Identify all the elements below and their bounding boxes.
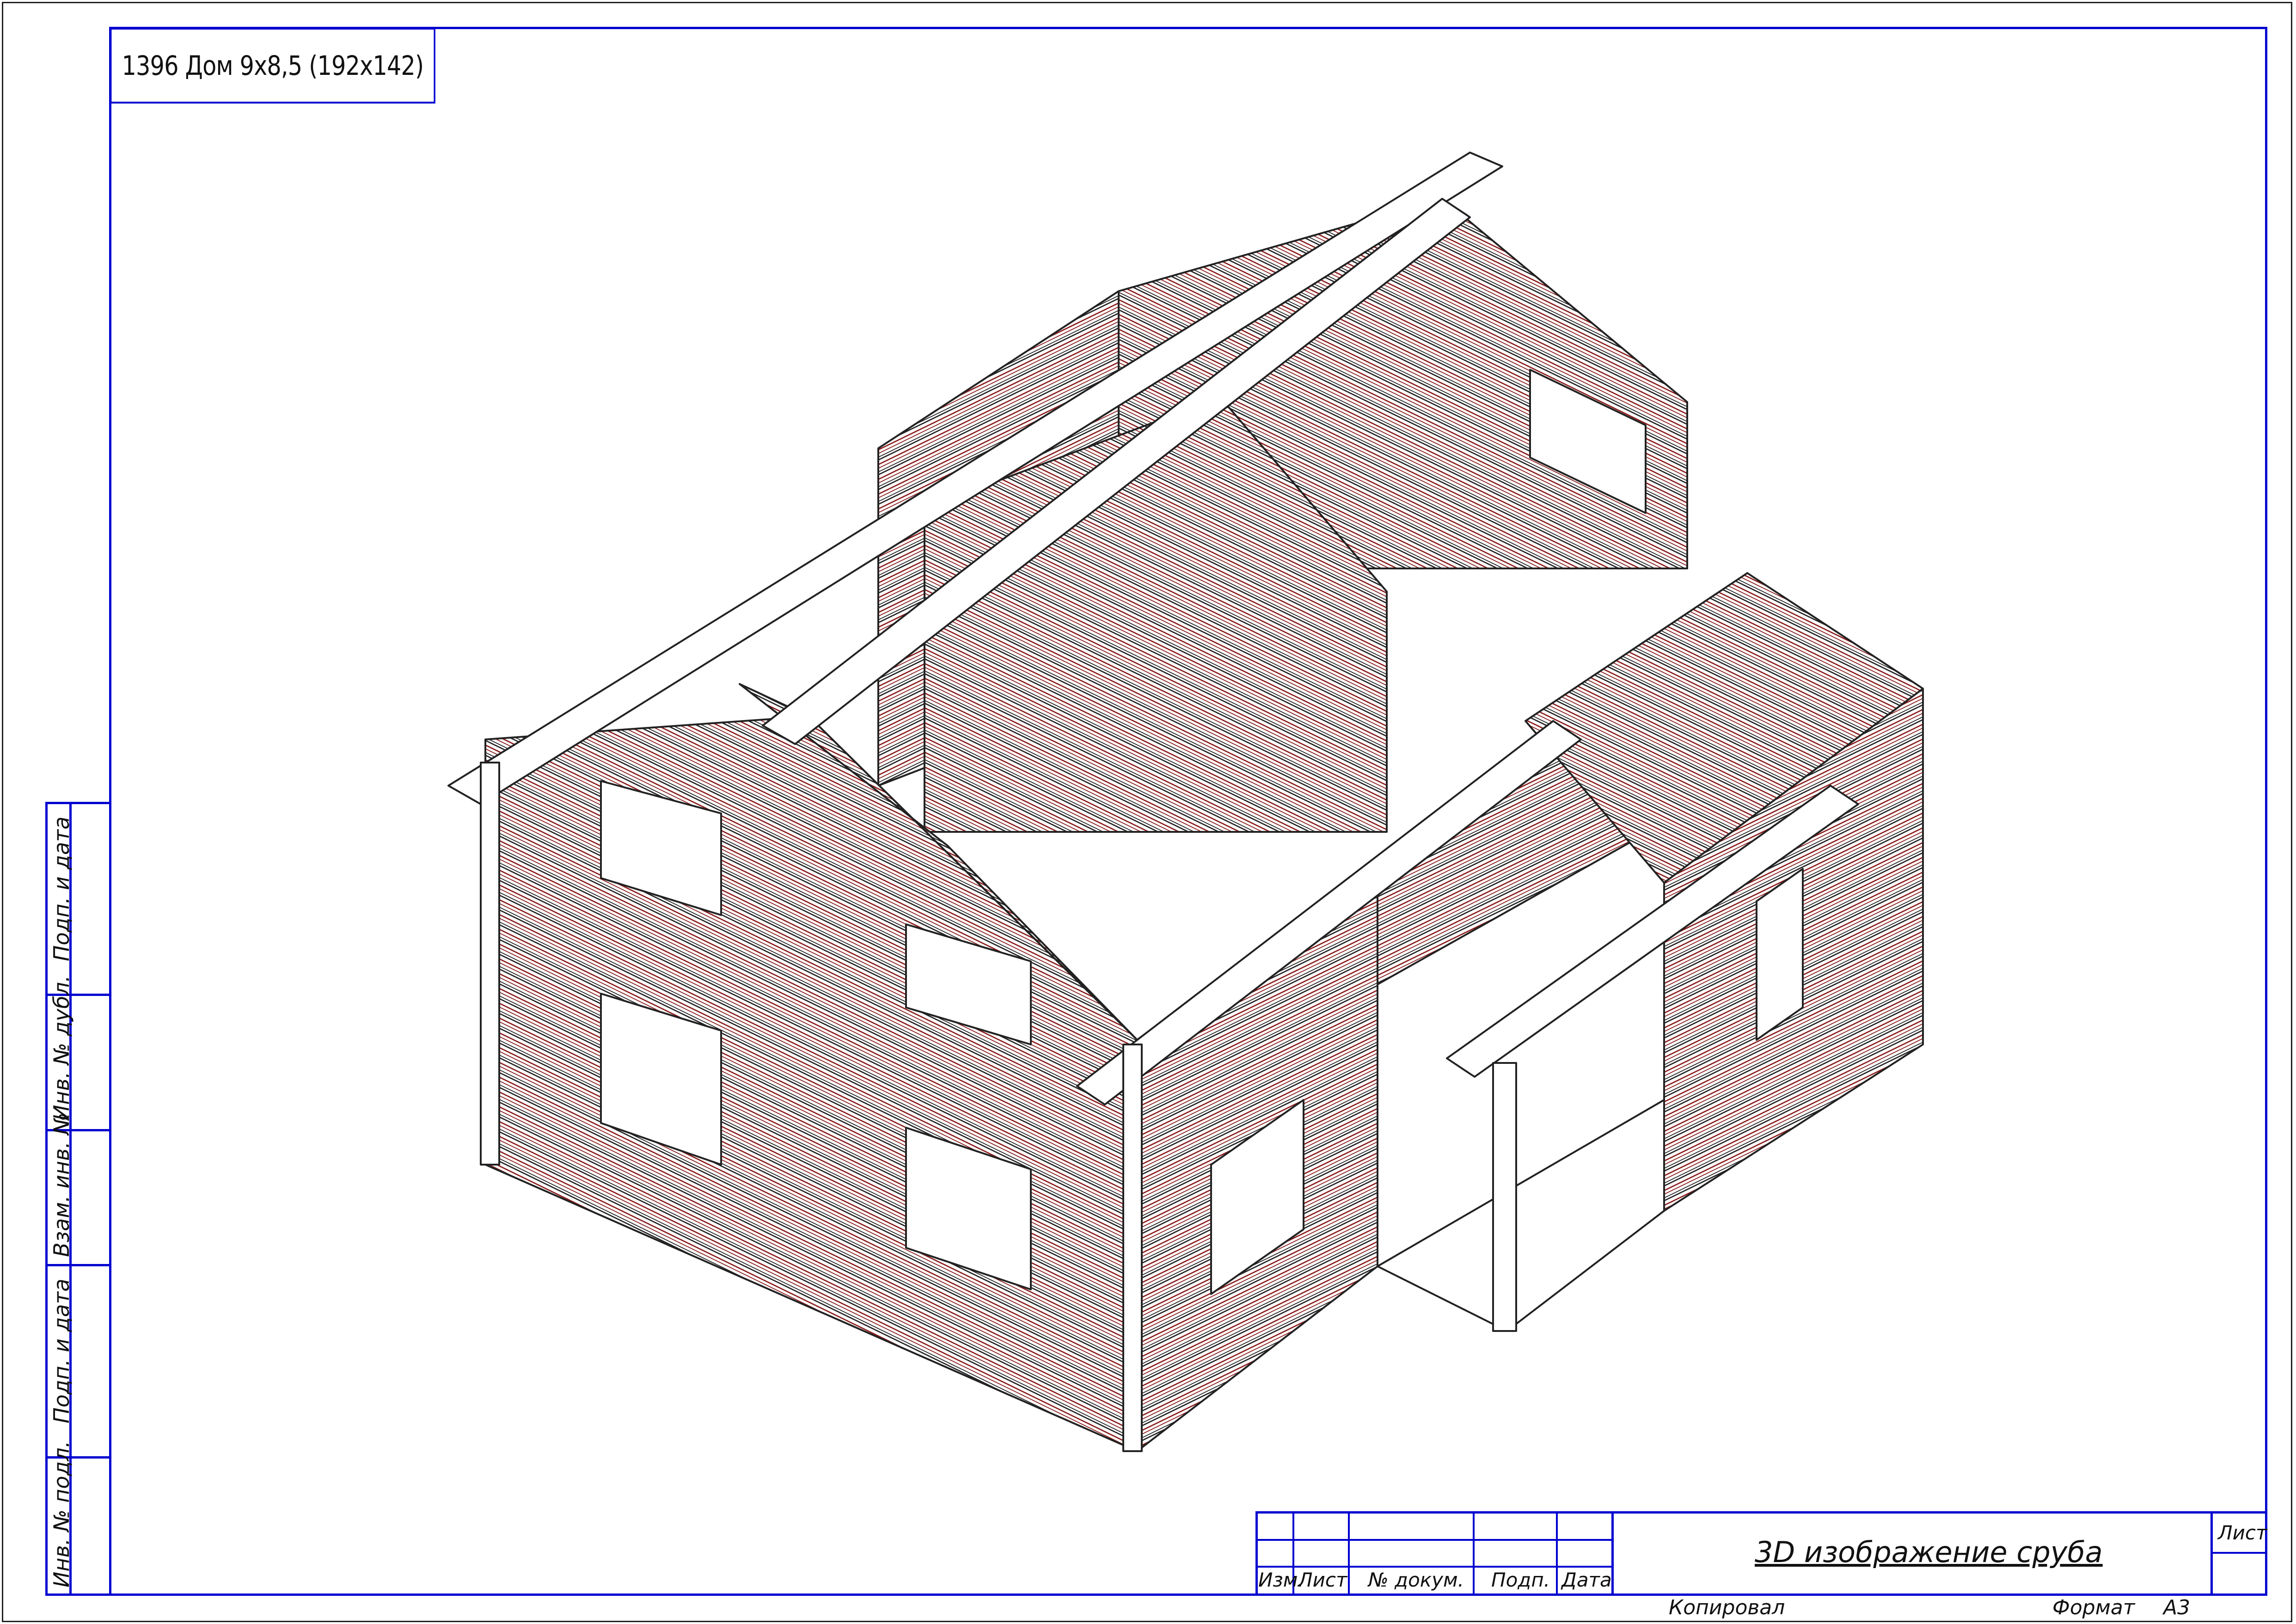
left-corner-post <box>480 762 500 1166</box>
annex-post <box>1492 1062 1517 1332</box>
annex-floor <box>1377 1099 1665 1332</box>
log-house-3d-drawing <box>447 152 1924 1452</box>
drawing-sheet: 1396 Дом 9х8,5 (192х142) Подп. и дата Ин… <box>0 0 2296 1624</box>
front-corner-post <box>1122 1044 1143 1452</box>
